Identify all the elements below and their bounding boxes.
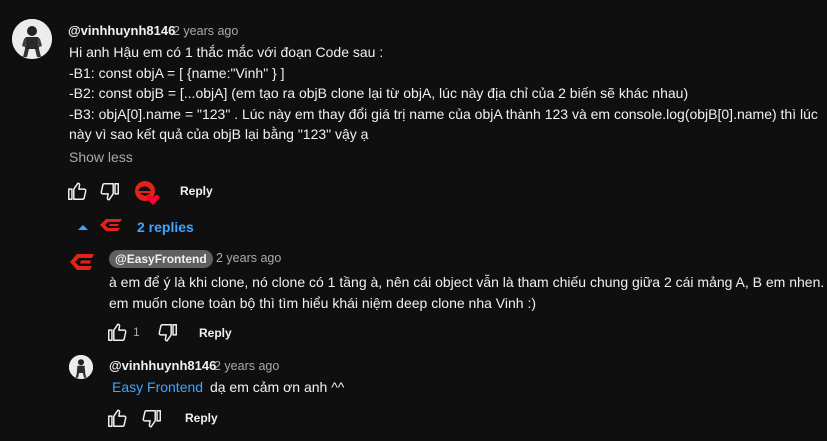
comment-author[interactable]: @vinhhuynh8146 <box>68 23 175 38</box>
mention-link[interactable]: Easy Frontend <box>112 379 203 395</box>
thumbs-up-icon[interactable] <box>106 321 128 343</box>
chevron-up-icon[interactable] <box>75 219 91 235</box>
reply-text: dạ em cảm ơn anh ^^ <box>209 379 345 395</box>
easy-frontend-avatar[interactable] <box>68 252 96 272</box>
reply-body: à em để ý là khi clone, nó clone có 1 tầ… <box>109 272 824 313</box>
thumbs-up-icon[interactable] <box>66 180 88 202</box>
reply-timestamp[interactable]: 2 years ago <box>214 359 279 373</box>
reply-button[interactable]: Reply <box>185 411 218 425</box>
thumbs-down-icon[interactable] <box>157 322 179 344</box>
comment-line: -B1: const objA = [ {name:"Vinh" } ] <box>69 64 285 81</box>
easy-frontend-logo-icon <box>98 217 124 233</box>
commenter-avatar[interactable] <box>12 19 52 59</box>
comment-line: này vì sao kết quả của objB lại bằng "12… <box>69 126 369 142</box>
show-less-button[interactable]: Show less <box>69 149 133 165</box>
thumbs-down-icon[interactable] <box>141 408 163 430</box>
reply-button[interactable]: Reply <box>199 326 232 340</box>
creator-heart-icon <box>134 180 160 206</box>
reply-body: Easy Frontend dạ em cảm ơn anh ^^ <box>112 377 344 398</box>
like-count: 1 <box>133 325 140 339</box>
thumbs-up-icon[interactable] <box>106 407 128 429</box>
author-channel-chip[interactable]: @EasyFrontend <box>109 250 213 268</box>
reply-author[interactable]: @vinhhuynh8146 <box>109 358 216 373</box>
comment-line: Hi anh Hậu em có 1 thắc mắc với đoạn Cod… <box>69 44 384 60</box>
reply-line: em muốn clone toàn bộ thì tìm hiểu khái … <box>109 294 537 311</box>
comment-timestamp[interactable]: 2 years ago <box>173 24 238 38</box>
replies-toggle-button[interactable]: 2 replies <box>137 219 194 235</box>
reply-line: à em để ý là khi clone, nó clone có 1 tầ… <box>109 274 825 290</box>
comment-line: -B2: const objB = [...objA] (em tạo ra o… <box>69 85 689 101</box>
reply-timestamp[interactable]: 2 years ago <box>216 251 281 265</box>
comment-line: -B3: objA[0].name = "123" . Lúc này em t… <box>69 105 818 122</box>
reply-button[interactable]: Reply <box>180 184 213 198</box>
thumbs-down-icon[interactable] <box>99 181 121 203</box>
commenter-avatar[interactable] <box>69 355 93 379</box>
comment-body: Hi anh Hậu em có 1 thắc mắc với đoạn Cod… <box>69 42 818 145</box>
